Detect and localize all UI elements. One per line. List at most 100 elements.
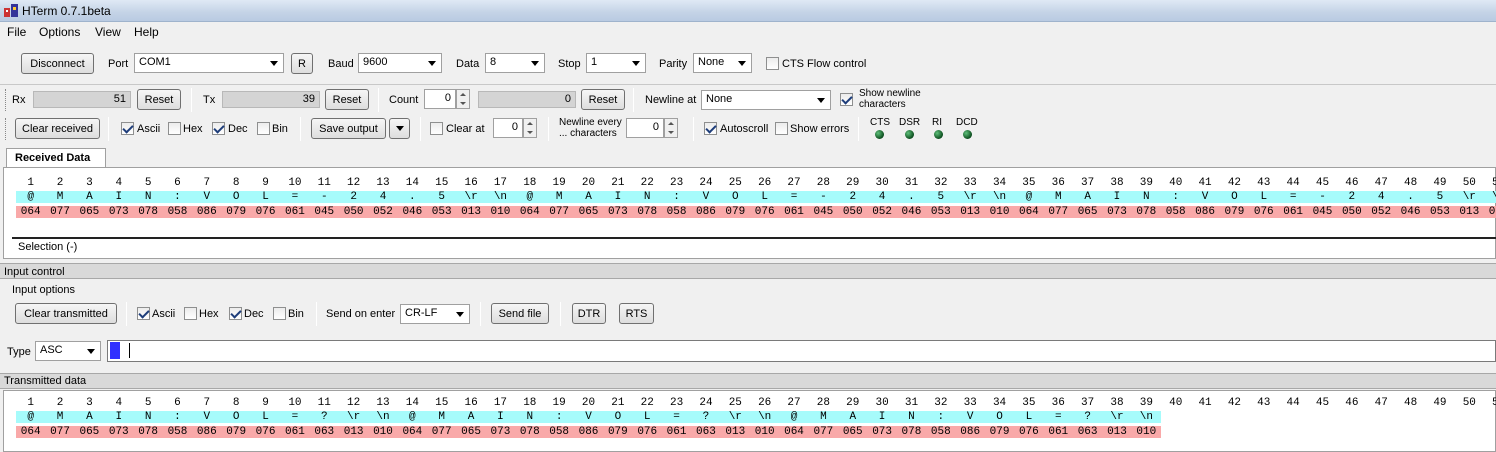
count-spinner[interactable] [456,89,470,109]
clear-at-spinner[interactable] [523,118,537,138]
clear-at-label: Clear at [446,123,485,135]
chevron-down-icon [428,61,436,66]
toolbar-grip[interactable] [5,89,8,111]
tx-reset-button[interactable]: Reset [325,89,369,110]
ascii-checkbox[interactable] [121,122,134,135]
byte-index: 16 [464,397,478,409]
ascii-cell: M [45,411,75,423]
dtr-button[interactable]: DTR [572,303,606,324]
newline-every-label: Newline every ... characters [559,117,622,139]
ascii-cell: 5 [427,191,457,203]
divider [300,117,301,141]
port-select[interactable]: COM1 [134,53,284,73]
transmitted-ascii-row: @ M A I N: V O L =? \r \n @ M A I N: V O L =? \r \n @ M A I N: V O L =… [16,411,1162,423]
ascii-cell: V [192,411,222,423]
dec-cell: 079 [221,206,251,218]
ascii-cell: @ [16,191,46,203]
save-output-button[interactable]: Save output [311,118,386,139]
bin-checkbox[interactable] [257,122,270,135]
ascii-cell: \r [456,191,486,203]
dec-cell: 064 [515,206,545,218]
divider [378,88,379,112]
count-input[interactable]: 0 [424,89,456,109]
clear-at-input[interactable]: 0 [493,118,523,138]
ascii-cell: I [603,191,633,203]
clear-at-checkbox[interactable] [430,122,443,135]
rts-button[interactable]: RTS [619,303,654,324]
input-dec-checkbox[interactable] [229,307,242,320]
byte-index: 2 [56,397,64,409]
send-on-enter-select[interactable]: CR-LF [400,304,470,324]
data-bits-select[interactable]: 8 [485,53,545,73]
save-output-menu-button[interactable] [389,118,410,139]
ascii-cell: I [104,411,134,423]
newline-every-spinner[interactable] [664,118,678,138]
toolbar-grip[interactable] [5,118,8,140]
dec-cell: 078 [133,426,163,438]
refresh-ports-button[interactable]: R [291,53,313,74]
ascii-cell: @ [515,191,545,203]
show-errors-checkbox[interactable] [775,122,788,135]
dec-checkbox[interactable] [212,122,225,135]
input-hex-label: Hex [199,308,219,320]
divider [316,302,317,326]
menu-help[interactable]: Help [134,25,159,39]
dec-cell: 086 [691,206,721,218]
menu-options[interactable]: Options [39,25,80,39]
count-reset-button[interactable]: Reset [581,89,625,110]
rx-reset-button[interactable]: Reset [137,89,181,110]
send-input-field[interactable] [107,340,1496,362]
dec-cell: 078 [133,206,163,218]
autoscroll-checkbox[interactable] [704,122,717,135]
input-ascii-checkbox[interactable] [137,307,150,320]
dec-cell: 010 [749,426,780,438]
disconnect-button[interactable]: Disconnect [21,53,94,74]
byte-index: 41 [1198,177,1212,189]
dec-cell: 076 [749,206,780,218]
ascii-cell: A [573,191,604,203]
newline-every-input[interactable]: 0 [626,118,664,138]
byte-index: 30 [875,397,889,409]
send-file-button[interactable]: Send file [491,303,549,324]
byte-index: 5 [144,397,152,409]
tab-received-data[interactable]: Received Data [6,148,106,168]
baud-select[interactable]: 9600 [358,53,442,73]
input-bin-checkbox[interactable] [273,307,286,320]
ascii-cell: = [1043,411,1073,423]
clear-received-button[interactable]: Clear received [15,118,100,139]
ascii-cell: \n [368,411,398,423]
divider [693,117,694,141]
dec-cell: 077 [544,206,574,218]
ascii-cell: : [544,411,574,423]
cts-led-icon [875,130,884,139]
byte-index: 37 [1081,177,1095,189]
divider [108,117,109,141]
dec-cell: 063 [691,426,721,438]
dec-cell: 061 [280,206,310,218]
menu-view[interactable]: View [95,25,121,39]
selection-divider [12,237,1496,239]
clear-transmitted-button[interactable]: Clear transmitted [15,303,117,324]
dec-cell: 053 [427,206,457,218]
ascii-cell: N [1131,191,1162,203]
newline-at-select[interactable]: None [701,90,831,110]
byte-index: 26 [758,397,772,409]
input-hex-checkbox[interactable] [184,307,197,320]
parity-select[interactable]: None [693,53,752,73]
input-ascii-label: Ascii [152,308,176,320]
dec-cell: 052 [867,206,897,218]
stop-bits-select[interactable]: 1 [586,53,646,73]
tx-label: Tx [203,94,216,106]
ascii-cell: . [397,191,428,203]
rx-label: Rx [12,94,26,106]
byte-index: 39 [1139,177,1153,189]
show-newline-checkbox[interactable] [840,93,853,106]
ascii-cell: L [250,191,281,203]
ascii-cell: \n [1483,191,1496,203]
byte-index: 12 [347,177,361,189]
cts-flow-checkbox[interactable] [766,57,779,70]
type-select[interactable]: ASC [35,341,101,361]
hex-checkbox[interactable] [168,122,181,135]
menu-file[interactable]: File [7,25,26,39]
byte-index: 46 [1345,397,1359,409]
